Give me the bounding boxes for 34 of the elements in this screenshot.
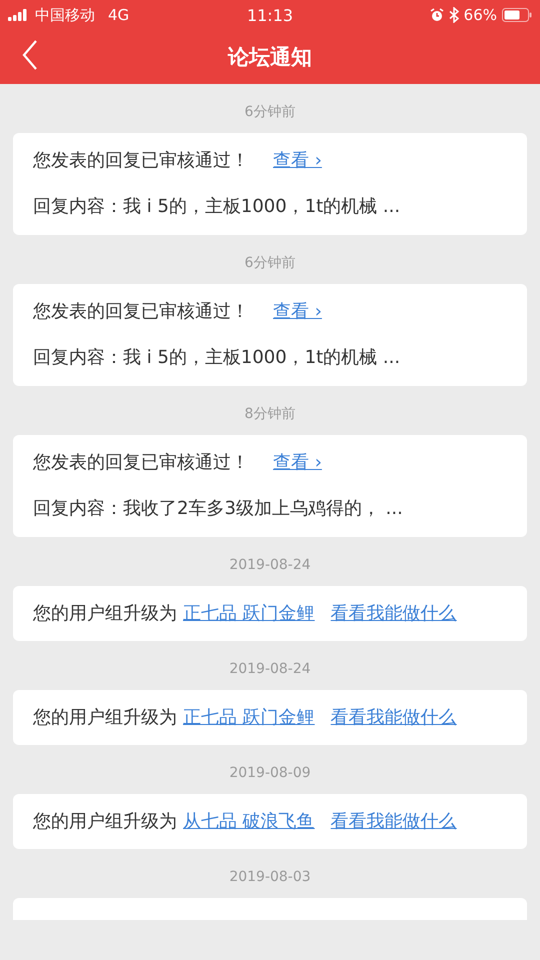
notification-title: 您发表的回复已审核通过！	[33, 149, 249, 173]
timestamp: 8分钟前	[244, 405, 296, 423]
notification-title: 您发表的回复已审核通过！	[33, 300, 249, 324]
battery-percent: 66%	[464, 6, 497, 24]
timestamp: 6分钟前	[244, 103, 296, 121]
view-link[interactable]: 查看 ›	[273, 300, 322, 324]
back-icon[interactable]	[22, 40, 38, 70]
network-type: 4G	[108, 6, 130, 24]
carrier-name: 中国移动	[35, 6, 95, 24]
bluetooth-icon	[448, 7, 459, 23]
page-title: 论坛通知	[228, 44, 312, 71]
reply-content: 回复内容：我 i 5的，主板1000，1t的机械 ...	[33, 195, 402, 219]
view-link[interactable]: 查看 ›	[273, 451, 322, 475]
reply-content: 回复内容：我收了2车多3级加上乌鸡得的， ...	[33, 497, 404, 521]
notification-text: 您的用户组升级为	[33, 602, 177, 626]
action-link[interactable]: 看看我能做什么	[330, 706, 457, 730]
timestamp: 2019-08-03	[229, 868, 311, 886]
action-link[interactable]: 看看我能做什么	[330, 602, 457, 626]
notification-text: 您的用户组升级为	[33, 810, 177, 834]
timestamp: 2019-08-24	[229, 660, 311, 678]
view-link[interactable]: 查看 ›	[273, 149, 322, 173]
notification-text: 您的用户组升级为	[33, 706, 177, 730]
reply-content: 回复内容：我 i 5的，主板1000，1t的机械 ...	[33, 346, 402, 370]
timestamp: 6分钟前	[244, 254, 296, 272]
action-link[interactable]: 看看我能做什么	[330, 810, 457, 834]
timestamp: 2019-08-24	[229, 556, 311, 574]
alarm-icon	[430, 8, 444, 22]
clock-time: 11:13	[246, 6, 294, 24]
rank-link[interactable]: 从七品 破浪飞鱼	[183, 810, 315, 834]
rank-link[interactable]: 正七品 跃门金鲤	[183, 602, 315, 626]
timestamp: 2019-08-09	[229, 764, 311, 782]
battery-icon	[502, 8, 532, 22]
notification-title: 您发表的回复已审核通过！	[33, 451, 249, 475]
rank-link[interactable]: 正七品 跃门金鲤	[183, 706, 315, 730]
